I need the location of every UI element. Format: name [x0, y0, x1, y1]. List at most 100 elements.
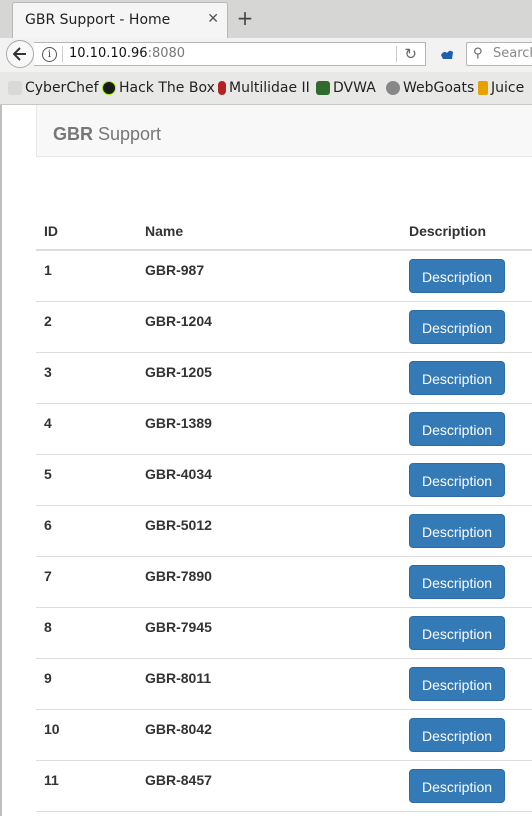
- ticket-name: GBR-1389: [145, 415, 212, 431]
- description-button[interactable]: Description: [409, 769, 506, 803]
- cell-name: GBR-7890: [137, 556, 401, 608]
- bookmark-cyberchef[interactable]: CyberChef: [8, 80, 99, 96]
- ticket-name: GBR-987: [145, 262, 205, 278]
- url-divider: [396, 46, 397, 62]
- bookmark-juice[interactable]: Juice: [478, 80, 524, 96]
- url-port: :8080: [147, 46, 186, 61]
- cell-name: GBR-4034: [137, 454, 401, 506]
- search-input[interactable]: ⚲ Search: [466, 42, 532, 66]
- ticket-id: 2: [44, 313, 52, 329]
- site-brand[interactable]: GBR Support: [53, 124, 161, 145]
- description-button[interactable]: Description: [409, 259, 506, 293]
- bookmark-hack-the-box[interactable]: Hack The Box: [102, 80, 215, 96]
- cell-id: 4: [36, 403, 137, 455]
- description-button[interactable]: Description: [409, 514, 506, 548]
- cell-name: GBR-1204: [137, 301, 401, 353]
- cell-description: Description: [401, 301, 532, 353]
- htb-cube-icon: [102, 81, 116, 95]
- bookmark-multilidae[interactable]: Multilidae II: [218, 80, 310, 96]
- cell-description: Description: [401, 607, 532, 659]
- ticket-name: GBR-8042: [145, 721, 212, 737]
- cell-description: Description: [401, 352, 532, 404]
- cell-description: Description: [401, 403, 532, 455]
- description-button[interactable]: Description: [409, 718, 506, 752]
- back-button[interactable]: [6, 40, 34, 68]
- header-description: Description: [401, 213, 532, 251]
- description-button[interactable]: Description: [409, 310, 506, 344]
- url-bar[interactable]: i 10.10.10.96:8080 ↻: [34, 42, 426, 66]
- search-icon: ⚲: [473, 46, 483, 61]
- bookmark-label: Hack The Box: [119, 80, 215, 96]
- cell-id: 1: [36, 250, 137, 302]
- ticket-id: 11: [44, 772, 59, 788]
- info-icon[interactable]: i: [42, 47, 57, 62]
- description-button[interactable]: Description: [409, 412, 506, 446]
- ticket-name: GBR-8457: [145, 772, 212, 788]
- cell-name: GBR-1205: [137, 352, 401, 404]
- table-header-row: ID Name Description: [36, 213, 532, 251]
- tickets-table: ID Name Description 1 GBR-987 Description 2…: [36, 213, 532, 812]
- tab-active[interactable]: GBR Support - Home ✕: [12, 2, 228, 38]
- cell-name: GBR-8457: [137, 760, 401, 812]
- table-row: 2 GBR-1204 Description: [36, 301, 532, 353]
- addon-icon[interactable]: [440, 47, 454, 61]
- description-button[interactable]: Description: [409, 361, 506, 395]
- cell-description: Description: [401, 658, 532, 710]
- site-navbar: GBR Support: [36, 105, 532, 157]
- description-button[interactable]: Description: [409, 667, 506, 701]
- cell-name: GBR-1389: [137, 403, 401, 455]
- ticket-id: 9: [44, 670, 52, 686]
- table-row: 10 GBR-8042 Description: [36, 709, 532, 761]
- ticket-id: 1: [44, 262, 52, 278]
- bookmarks-toolbar: CyberChef Hack The Box Multilidae II DVW…: [0, 74, 532, 104]
- brand-rest: Support: [93, 124, 162, 144]
- brand-bold: GBR: [53, 124, 93, 144]
- table-row: 7 GBR-7890 Description: [36, 556, 532, 608]
- bookmark-label: Multilidae II: [229, 80, 310, 96]
- ticket-name: GBR-1205: [145, 364, 212, 380]
- cell-description: Description: [401, 709, 532, 761]
- close-tab-icon[interactable]: ✕: [207, 11, 219, 27]
- bookmark-label: CyberChef: [25, 80, 99, 96]
- bookmark-webgoats[interactable]: WebGoats: [386, 80, 474, 96]
- chef-hat-icon: [8, 81, 22, 95]
- ticket-id: 4: [44, 415, 52, 431]
- dvwa-icon: [316, 81, 330, 95]
- left-divider: [0, 105, 2, 816]
- tab-bar: GBR Support - Home ✕ +: [0, 0, 532, 39]
- cell-description: Description: [401, 505, 532, 557]
- cell-name: GBR-8011: [137, 658, 401, 710]
- url-text[interactable]: 10.10.10.96:8080: [69, 46, 185, 61]
- table-body: 1 GBR-987 Description 2 GBR-1204 Description 3…: [36, 250, 532, 812]
- back-arrow-icon: [12, 47, 26, 61]
- cell-name: GBR-7945: [137, 607, 401, 659]
- description-button[interactable]: Description: [409, 565, 506, 599]
- header-id: ID: [36, 213, 137, 251]
- description-button[interactable]: Description: [409, 616, 506, 650]
- cell-name: GBR-987: [137, 250, 401, 302]
- bookmark-label: DVWA: [333, 80, 376, 96]
- cell-description: Description: [401, 556, 532, 608]
- header-name: Name: [137, 213, 401, 251]
- reload-icon[interactable]: ↻: [404, 45, 417, 63]
- new-tab-button[interactable]: +: [235, 6, 255, 30]
- table-row: 4 GBR-1389 Description: [36, 403, 532, 455]
- cell-id: 10: [36, 709, 137, 761]
- cell-id: 3: [36, 352, 137, 404]
- bookmark-label: Juice: [491, 80, 525, 96]
- ticket-id: 10: [44, 721, 60, 737]
- cell-description: Description: [401, 250, 532, 302]
- bookmark-dvwa[interactable]: DVWA: [316, 80, 376, 96]
- description-button[interactable]: Description: [409, 463, 506, 497]
- tab-title: GBR Support - Home: [25, 12, 171, 28]
- cell-id: 6: [36, 505, 137, 557]
- ticket-id: 8: [44, 619, 52, 635]
- browser-chrome: GBR Support - Home ✕ + i 10.10.10.96:808…: [0, 0, 532, 105]
- url-separator: [62, 46, 63, 62]
- ticket-name: GBR-7890: [145, 568, 212, 584]
- cell-name: GBR-8042: [137, 709, 401, 761]
- cell-id: 11: [36, 760, 137, 812]
- table-row: 1 GBR-987 Description: [36, 250, 532, 302]
- ticket-id: 7: [44, 568, 52, 584]
- table-row: 8 GBR-7945 Description: [36, 607, 532, 659]
